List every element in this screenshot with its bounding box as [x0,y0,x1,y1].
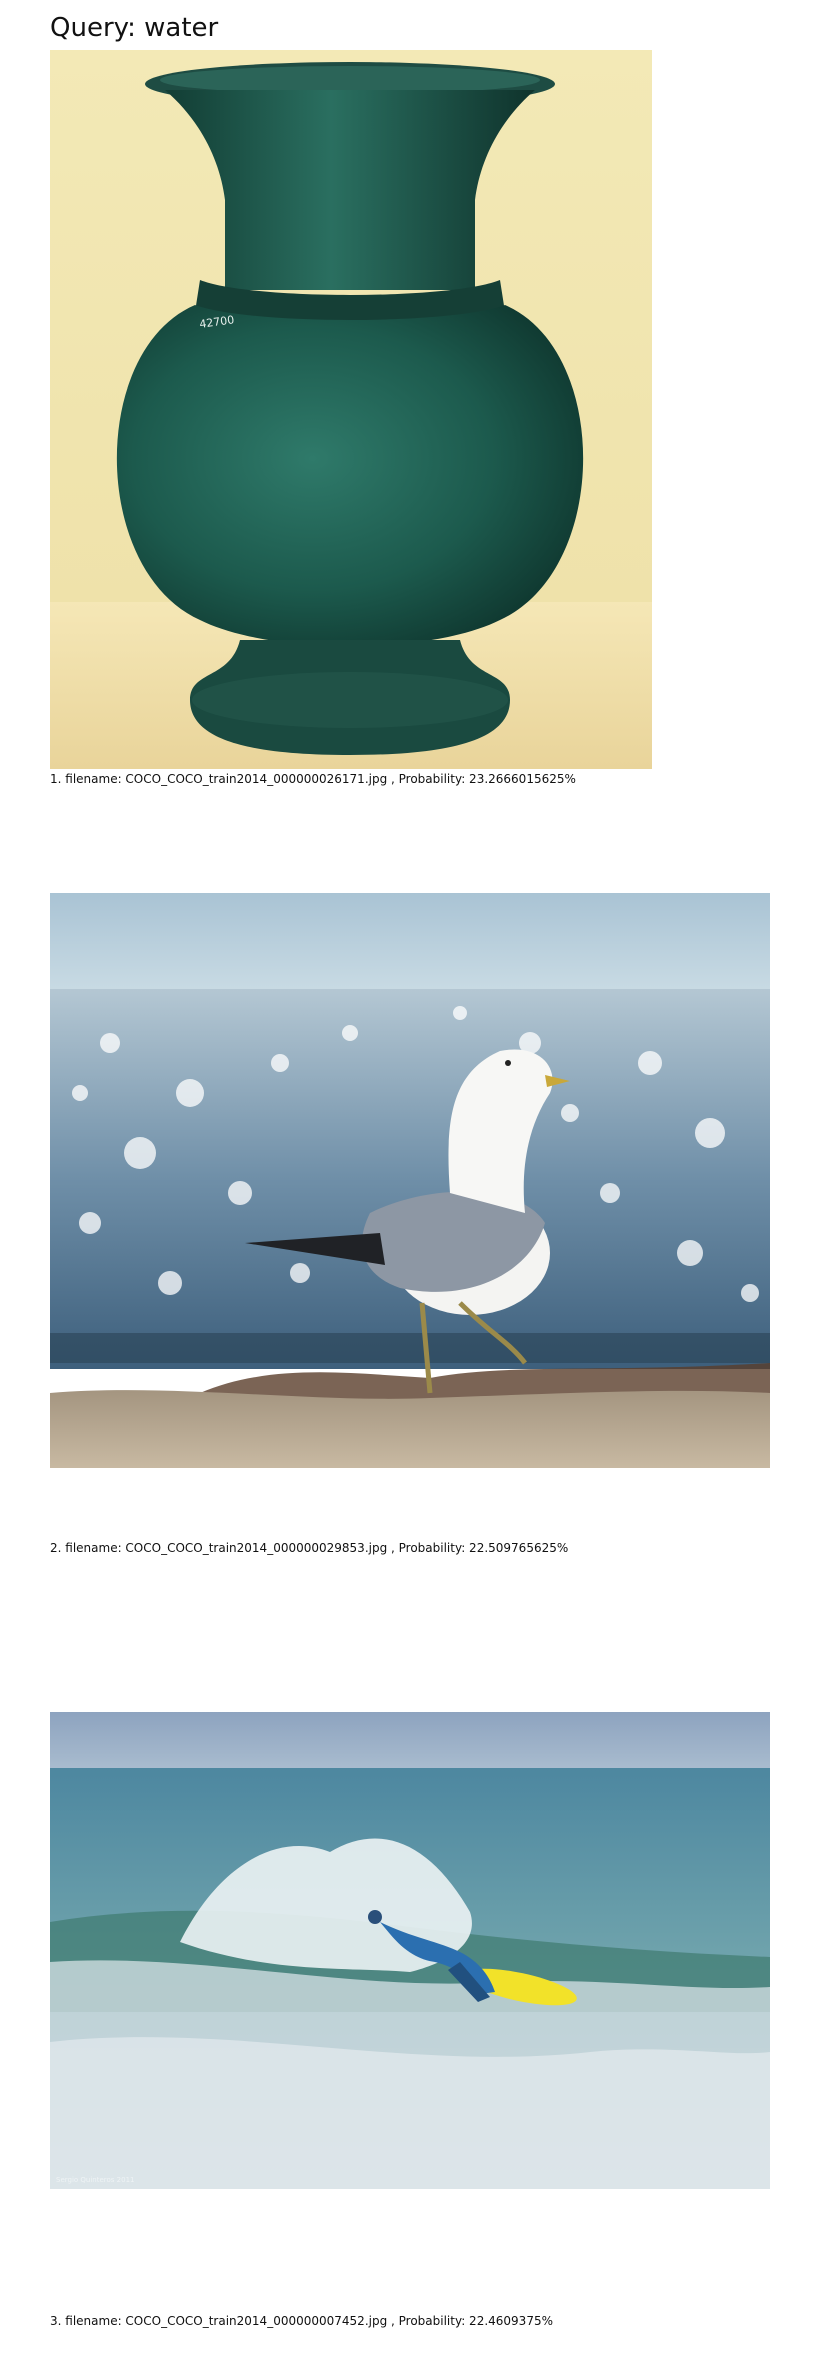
result-caption-3: 3. filename: COCO_COCO_train2014_0000000… [50,2314,553,2328]
result-image-3: Sergio Quinteros 2011 [50,1712,770,2189]
seagull-photo [50,893,770,1468]
result-image-1: 42700 [50,50,652,769]
page-title: Query: water [50,13,219,43]
vase-photo: 42700 [50,50,652,769]
result-image-2 [50,893,770,1468]
result-caption-1: 1. filename: COCO_COCO_train2014_0000000… [50,772,576,786]
result-caption-2: 2. filename: COCO_COCO_train2014_0000000… [50,1541,569,1555]
photo-watermark: Sergio Quinteros 2011 [56,2176,134,2184]
surfer-photo: Sergio Quinteros 2011 [50,1712,770,2189]
